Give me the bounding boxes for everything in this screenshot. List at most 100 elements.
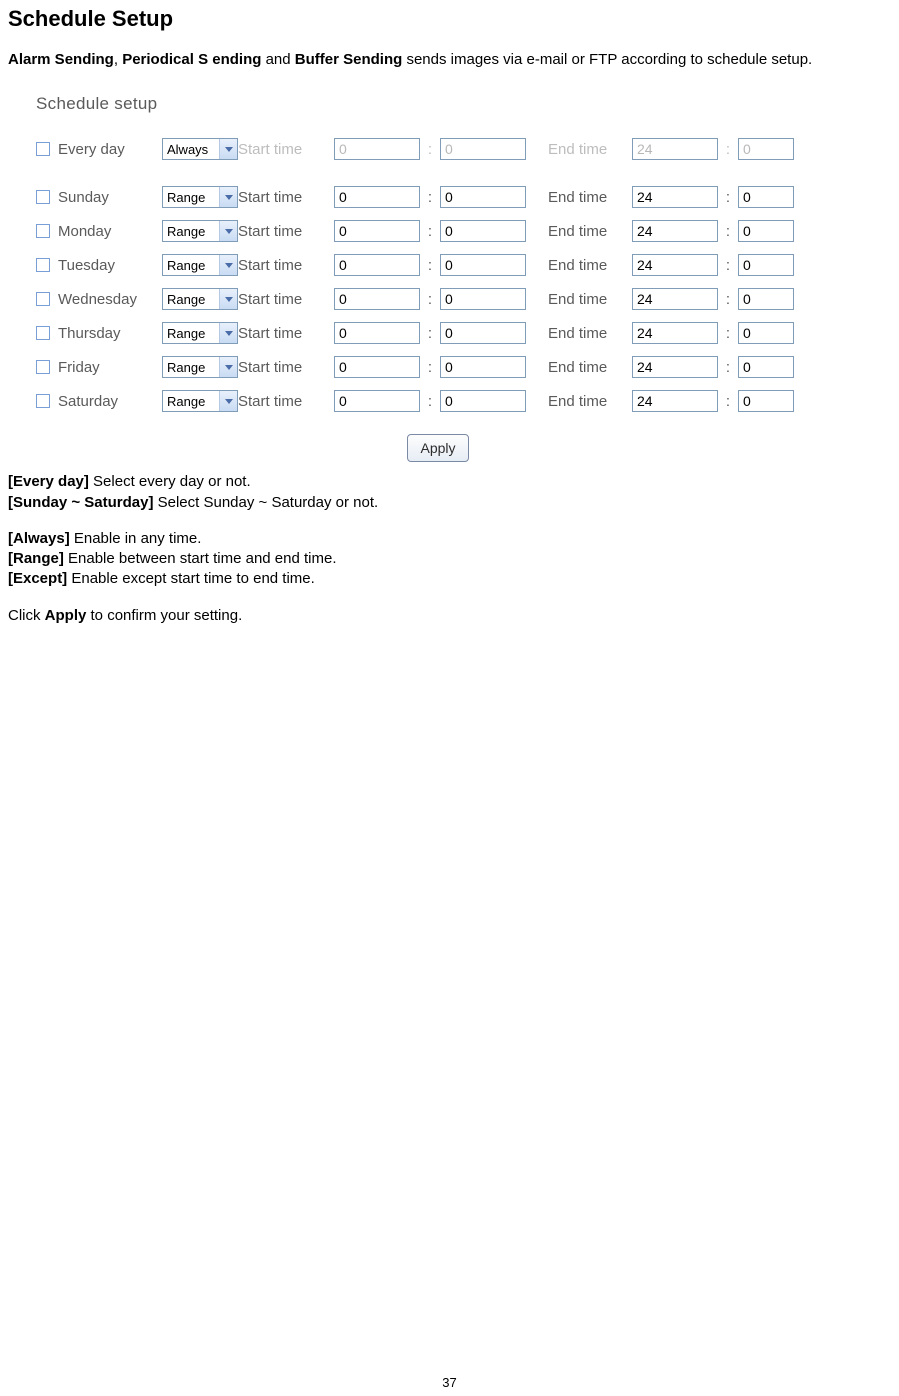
label-end: End time — [548, 393, 632, 410]
input-start-min[interactable]: 0 — [440, 186, 526, 208]
input-start-hour[interactable]: 0 — [334, 356, 420, 378]
input-end-min[interactable]: 0 — [738, 356, 794, 378]
colon: : — [420, 189, 440, 206]
row-day: TuesdayRangeStart time0:0End time24:0 — [36, 248, 846, 282]
input-end-min[interactable]: 0 — [738, 220, 794, 242]
label-day: Monday — [58, 223, 162, 240]
colon: : — [420, 393, 440, 410]
input-start-hour[interactable]: 0 — [334, 254, 420, 276]
row-every-day: Every day Always Start time 0 : 0 End ti… — [36, 132, 846, 166]
input-start-min[interactable]: 0 — [440, 138, 526, 160]
intro-text: and — [261, 51, 294, 68]
select-mode-day[interactable]: Range — [162, 356, 238, 378]
intro-paragraph: Alarm Sending, Periodical S ending and B… — [8, 50, 891, 70]
figure-heading: Schedule setup — [36, 94, 846, 114]
input-start-min[interactable]: 0 — [440, 220, 526, 242]
def-key-sunsat: [Sunday ~ Saturday] — [8, 494, 153, 511]
click-text: to confirm your setting. — [86, 607, 242, 624]
checkbox-day[interactable] — [36, 292, 50, 306]
click-bold: Apply — [45, 607, 87, 624]
label-day: Wednesday — [58, 291, 162, 308]
input-start-hour[interactable]: 0 — [334, 138, 420, 160]
input-start-min[interactable]: 0 — [440, 322, 526, 344]
intro-text: sends images via e-mail or FTP according… — [402, 51, 812, 68]
input-end-min[interactable]: 0 — [738, 322, 794, 344]
select-mode-day[interactable]: Range — [162, 390, 238, 412]
intro-bold-alarm: Alarm Sending — [8, 51, 114, 68]
chevron-down-icon — [219, 391, 237, 411]
colon: : — [718, 223, 738, 240]
row-day: WednesdayRangeStart time0:0End time24:0 — [36, 282, 846, 316]
label-day: Tuesday — [58, 257, 162, 274]
input-start-hour[interactable]: 0 — [334, 322, 420, 344]
input-end-min[interactable]: 0 — [738, 254, 794, 276]
page-number: 37 — [0, 1375, 899, 1390]
select-mode-day[interactable]: Range — [162, 322, 238, 344]
checkbox-day[interactable] — [36, 360, 50, 374]
input-end-min[interactable]: 0 — [738, 390, 794, 412]
input-start-min[interactable]: 0 — [440, 288, 526, 310]
input-end-hour[interactable]: 24 — [632, 138, 718, 160]
intro-text: , — [114, 51, 122, 68]
label-start: Start time — [238, 291, 334, 308]
checkbox-day[interactable] — [36, 224, 50, 238]
checkbox-day[interactable] — [36, 394, 50, 408]
checkbox-day[interactable] — [36, 190, 50, 204]
input-end-hour[interactable]: 24 — [632, 186, 718, 208]
label-day: Sunday — [58, 189, 162, 206]
select-value: Range — [167, 224, 205, 239]
checkbox-day[interactable] — [36, 258, 50, 272]
select-value: Range — [167, 292, 205, 307]
input-end-min[interactable]: 0 — [738, 138, 794, 160]
input-start-hour[interactable]: 0 — [334, 390, 420, 412]
input-start-hour[interactable]: 0 — [334, 220, 420, 242]
def-key-range: [Range] — [8, 550, 64, 567]
def-val-sunsat: Select Sunday ~ Saturday or not. — [153, 494, 378, 511]
input-end-hour[interactable]: 24 — [632, 356, 718, 378]
row-day: SaturdayRangeStart time0:0End time24:0 — [36, 384, 846, 418]
def-val-range: Enable between start time and end time. — [64, 550, 337, 567]
checkbox-every-day[interactable] — [36, 142, 50, 156]
label-end: End time — [548, 325, 632, 342]
select-mode-day[interactable]: Range — [162, 288, 238, 310]
select-mode-every-day[interactable]: Always — [162, 138, 238, 160]
intro-bold-periodical: Periodical S ending — [122, 51, 261, 68]
label-end: End time — [548, 223, 632, 240]
input-end-hour[interactable]: 24 — [632, 254, 718, 276]
input-start-hour[interactable]: 0 — [334, 186, 420, 208]
input-start-min[interactable]: 0 — [440, 390, 526, 412]
colon: : — [420, 325, 440, 342]
intro-bold-buffer: Buffer Sending — [295, 51, 403, 68]
input-end-min[interactable]: 0 — [738, 288, 794, 310]
input-end-hour[interactable]: 24 — [632, 322, 718, 344]
select-value: Always — [167, 142, 208, 157]
colon: : — [718, 325, 738, 342]
input-end-hour[interactable]: 24 — [632, 288, 718, 310]
definitions: [Every day] Select every day or not. [Su… — [8, 472, 891, 626]
select-mode-day[interactable]: Range — [162, 220, 238, 242]
def-key-everyday: [Every day] — [8, 473, 89, 490]
select-mode-day[interactable]: Range — [162, 186, 238, 208]
label-day: Saturday — [58, 393, 162, 410]
input-end-hour[interactable]: 24 — [632, 390, 718, 412]
input-end-hour[interactable]: 24 — [632, 220, 718, 242]
colon: : — [718, 257, 738, 274]
input-start-min[interactable]: 0 — [440, 356, 526, 378]
input-start-min[interactable]: 0 — [440, 254, 526, 276]
input-start-hour[interactable]: 0 — [334, 288, 420, 310]
label-start: Start time — [238, 223, 334, 240]
label-start: Start time — [238, 359, 334, 376]
row-day: SundayRangeStart time0:0End time24:0 — [36, 180, 846, 214]
input-end-min[interactable]: 0 — [738, 186, 794, 208]
select-value: Range — [167, 394, 205, 409]
colon: : — [718, 359, 738, 376]
checkbox-day[interactable] — [36, 326, 50, 340]
chevron-down-icon — [219, 255, 237, 275]
row-day: FridayRangeStart time0:0End time24:0 — [36, 350, 846, 384]
select-mode-day[interactable]: Range — [162, 254, 238, 276]
select-value: Range — [167, 190, 205, 205]
chevron-down-icon — [219, 139, 237, 159]
colon: : — [718, 393, 738, 410]
label-start: Start time — [238, 257, 334, 274]
apply-button[interactable]: Apply — [407, 434, 468, 462]
